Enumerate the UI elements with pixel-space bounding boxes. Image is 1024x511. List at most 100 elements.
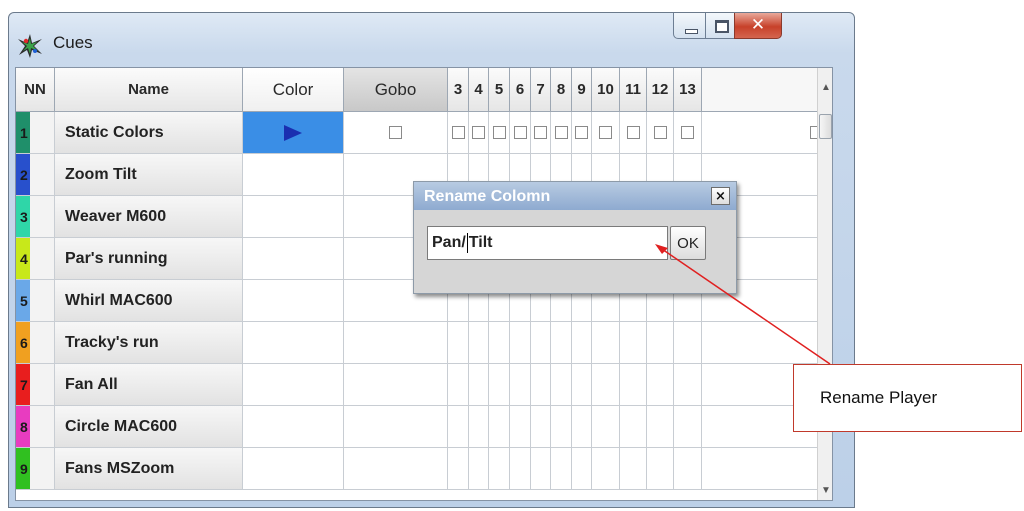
grid-cell[interactable] <box>572 322 592 364</box>
grid-cell[interactable] <box>344 112 448 154</box>
color-cell[interactable] <box>243 238 344 280</box>
cue-name-cell[interactable]: Par's running <box>55 238 243 280</box>
grid-cell[interactable] <box>510 112 531 154</box>
grid-cell[interactable] <box>702 322 817 364</box>
cue-number-cell[interactable]: 5 <box>16 280 55 322</box>
grid-cell[interactable] <box>489 322 510 364</box>
checkbox[interactable] <box>554 126 568 139</box>
header-nn[interactable]: NN <box>16 68 55 112</box>
grid-cell[interactable] <box>620 364 647 406</box>
grid-cell[interactable] <box>592 112 620 154</box>
grid-cell[interactable] <box>531 448 551 490</box>
grid-cell[interactable] <box>510 448 531 490</box>
grid-cell[interactable] <box>510 322 531 364</box>
grid-cell[interactable] <box>551 322 572 364</box>
checkbox[interactable] <box>389 126 402 139</box>
dialog-close-button[interactable]: × <box>711 187 730 205</box>
grid-cell[interactable] <box>344 364 448 406</box>
grid-cell[interactable] <box>344 406 448 448</box>
scroll-up-icon[interactable]: ▲ <box>821 82 831 93</box>
grid-cell[interactable] <box>344 322 448 364</box>
grid-cell[interactable] <box>572 406 592 448</box>
grid-cell[interactable] <box>344 448 448 490</box>
grid-cell[interactable] <box>674 406 702 448</box>
grid-cell[interactable] <box>647 364 674 406</box>
grid-cell[interactable] <box>448 322 469 364</box>
grid-cell[interactable] <box>647 406 674 448</box>
checkbox[interactable] <box>472 126 485 139</box>
cue-number-cell[interactable]: 2 <box>16 154 55 196</box>
grid-cell[interactable] <box>469 406 489 448</box>
grid-cell[interactable] <box>551 112 572 154</box>
checkbox[interactable] <box>492 126 506 139</box>
dialog-title-bar[interactable]: Rename Colomn × <box>414 182 736 210</box>
grid-cell[interactable] <box>620 406 647 448</box>
cue-name-cell[interactable]: Static Colors <box>55 112 243 154</box>
color-cell[interactable] <box>243 112 344 154</box>
grid-cell[interactable] <box>469 364 489 406</box>
grid-cell[interactable] <box>531 406 551 448</box>
grid-cell[interactable] <box>702 112 817 154</box>
checkbox[interactable] <box>599 126 612 139</box>
close-button[interactable]: ✕ <box>734 13 782 39</box>
header-color[interactable]: Color <box>243 68 344 112</box>
cue-number-cell[interactable]: 9 <box>16 448 55 490</box>
grid-cell[interactable] <box>674 322 702 364</box>
header-col-3[interactable]: 3 <box>448 68 469 112</box>
color-cell[interactable] <box>243 406 344 448</box>
cue-number-cell[interactable]: 3 <box>16 196 55 238</box>
color-cell[interactable] <box>243 322 344 364</box>
checkbox[interactable] <box>513 126 527 139</box>
grid-cell[interactable] <box>620 448 647 490</box>
grid-cell[interactable] <box>592 406 620 448</box>
header-col-8[interactable]: 8 <box>551 68 572 112</box>
header-name[interactable]: Name <box>55 68 243 112</box>
grid-cell[interactable] <box>551 406 572 448</box>
grid-cell[interactable] <box>469 448 489 490</box>
header-col-12[interactable]: 12 <box>647 68 674 112</box>
cue-name-cell[interactable]: Weaver M600 <box>55 196 243 238</box>
cue-name-cell[interactable]: Circle MAC600 <box>55 406 243 448</box>
grid-cell[interactable] <box>489 406 510 448</box>
scroll-thumb[interactable] <box>819 114 832 139</box>
grid-cell[interactable] <box>448 406 469 448</box>
header-gobo[interactable]: Gobo <box>344 68 448 112</box>
cue-name-cell[interactable]: Zoom Tilt <box>55 154 243 196</box>
header-col-9[interactable]: 9 <box>572 68 592 112</box>
cue-name-cell[interactable]: Fans MSZoom <box>55 448 243 490</box>
grid-cell[interactable] <box>531 112 551 154</box>
maximize-button[interactable] <box>705 13 735 39</box>
checkbox[interactable] <box>626 126 640 139</box>
cue-name-cell[interactable]: Tracky's run <box>55 322 243 364</box>
color-cell[interactable] <box>243 364 344 406</box>
grid-cell[interactable] <box>592 322 620 364</box>
grid-cell[interactable] <box>647 448 674 490</box>
checkbox[interactable] <box>681 126 694 139</box>
grid-cell[interactable] <box>448 364 469 406</box>
checkbox[interactable] <box>653 126 667 139</box>
grid-cell[interactable] <box>620 112 647 154</box>
cue-number-cell[interactable]: 8 <box>16 406 55 448</box>
grid-cell[interactable] <box>531 322 551 364</box>
grid-cell[interactable] <box>674 112 702 154</box>
grid-cell[interactable] <box>572 364 592 406</box>
header-col-7[interactable]: 7 <box>531 68 551 112</box>
grid-cell[interactable] <box>510 364 531 406</box>
grid-cell[interactable] <box>469 112 489 154</box>
grid-cell[interactable] <box>647 112 674 154</box>
minimize-button[interactable] <box>673 13 706 39</box>
color-cell[interactable] <box>243 448 344 490</box>
grid-cell[interactable] <box>674 364 702 406</box>
column-name-input[interactable]: Pan/Tilt <box>427 226 668 260</box>
grid-cell[interactable] <box>674 448 702 490</box>
grid-cell[interactable] <box>572 112 592 154</box>
color-cell[interactable] <box>243 154 344 196</box>
grid-cell[interactable] <box>592 448 620 490</box>
header-col-11[interactable]: 11 <box>620 68 647 112</box>
grid-cell[interactable] <box>510 406 531 448</box>
grid-cell[interactable] <box>647 322 674 364</box>
vertical-scrollbar[interactable]: ▲ ▼ <box>817 68 832 500</box>
header-col-13[interactable]: 13 <box>674 68 702 112</box>
grid-cell[interactable] <box>489 448 510 490</box>
header-col-10[interactable]: 10 <box>592 68 620 112</box>
